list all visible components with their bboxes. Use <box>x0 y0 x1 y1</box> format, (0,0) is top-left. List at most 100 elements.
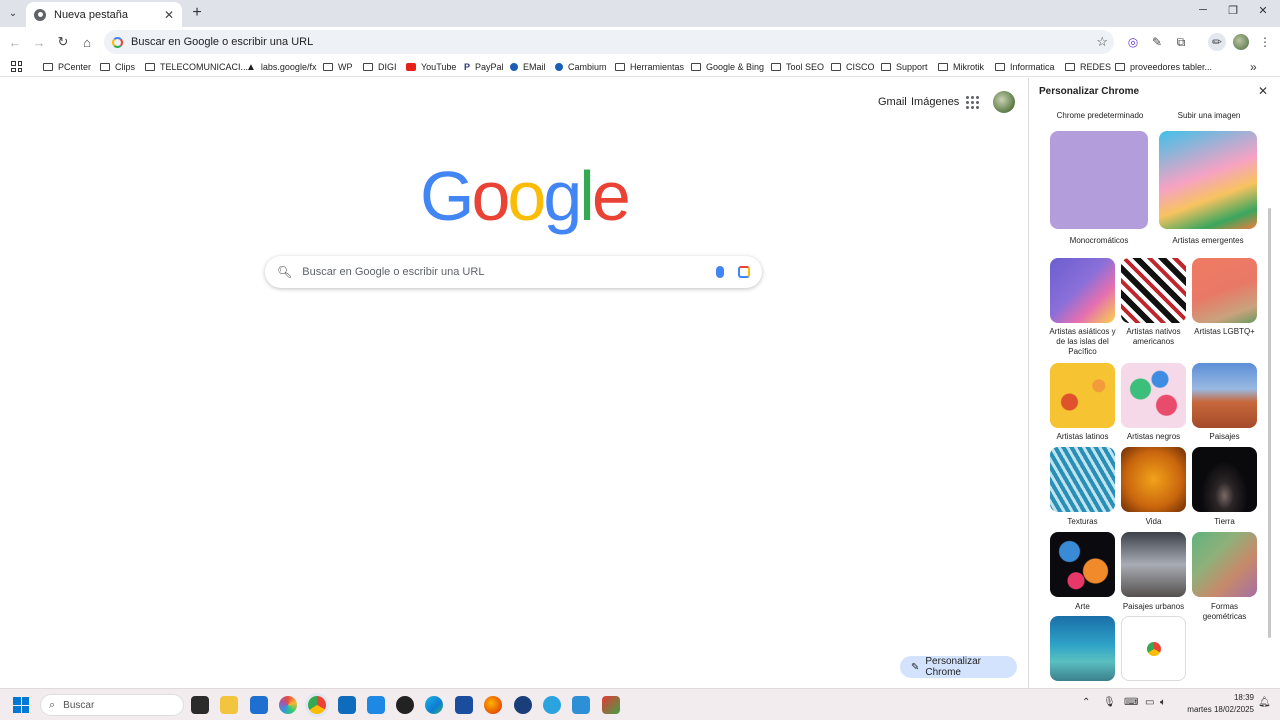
folder-icon <box>100 63 110 71</box>
calculator-icon[interactable] <box>572 696 590 714</box>
keyboard-icon[interactable]: ⌨ <box>1124 697 1138 708</box>
tile-native-american-artists[interactable] <box>1121 258 1186 323</box>
bookmarks-overflow-chevron-icon[interactable]: » <box>1250 60 1257 74</box>
google-lens-icon[interactable] <box>738 266 750 278</box>
tile-aapi-artists[interactable] <box>1050 258 1115 323</box>
tab-new-tab[interactable]: Nueva pestaña ✕ <box>26 2 182 27</box>
apps-grid-icon[interactable] <box>11 61 22 72</box>
bookmark-item[interactable]: ▲ labs.google/fx <box>246 60 316 74</box>
winbox-icon[interactable] <box>455 696 473 714</box>
tile-cityscapes[interactable] <box>1121 532 1186 597</box>
taskbar-search[interactable]: ⌕ Buscar <box>40 694 184 716</box>
tile-geometric-shapes[interactable] <box>1192 532 1257 597</box>
task-view-icon[interactable] <box>191 696 209 714</box>
firefox-icon[interactable] <box>484 696 502 714</box>
bookmark-item[interactable]: Support <box>881 60 928 74</box>
new-tab-plus-icon[interactable]: + <box>188 4 206 22</box>
tile-landscapes[interactable] <box>1192 363 1257 428</box>
upload-image-option[interactable]: Subir una imagen <box>1159 111 1259 121</box>
reload-icon[interactable]: ↻ <box>54 33 72 51</box>
bookmark-item[interactable]: Clips <box>100 60 135 74</box>
account-avatar[interactable] <box>993 91 1015 113</box>
store-icon[interactable] <box>250 696 268 714</box>
tile-monochrome[interactable] <box>1050 131 1148 229</box>
security-app-icon[interactable] <box>396 696 414 714</box>
bookmark-item[interactable]: PCenter <box>43 60 91 74</box>
vscode-icon[interactable] <box>367 696 385 714</box>
bookmark-item[interactable]: Tool SEO <box>771 60 824 74</box>
edge-icon[interactable] <box>425 696 443 714</box>
logo-letter: g <box>543 157 582 235</box>
bookmark-item[interactable]: Cambium <box>555 60 607 74</box>
menu-kebab-icon[interactable]: ⋮ <box>1256 33 1274 51</box>
label-black-artists: Artistas negros <box>1126 432 1181 441</box>
tile-emerging-artists[interactable] <box>1159 131 1257 229</box>
system-clock[interactable]: 18:39 martes 18/02/2025 <box>1180 692 1254 716</box>
gmail-link[interactable]: Gmail <box>878 96 907 108</box>
volume-icon[interactable]: 🔈︎ <box>1160 697 1166 708</box>
notifications-icon[interactable]: 🔔︎ <box>1258 697 1271 708</box>
photos-icon[interactable] <box>279 696 297 714</box>
microphone-tray-icon[interactable]: 🎙︎ <box>1103 697 1116 708</box>
microphone-icon[interactable] <box>716 266 724 278</box>
bookmark-item[interactable]: REDES <box>1065 60 1111 74</box>
tile-underwater[interactable] <box>1050 616 1115 681</box>
maximize-button[interactable]: ❐ <box>1218 0 1248 20</box>
bookmark-item[interactable]: Google & Bing <box>691 60 764 74</box>
google-apps-icon[interactable] <box>966 96 979 109</box>
tab-search-chevron-icon[interactable]: ⌄ <box>4 4 22 22</box>
tile-earth[interactable] <box>1192 447 1257 512</box>
customize-pen-icon[interactable]: ✏ <box>1208 33 1226 51</box>
bookmark-item[interactable]: proveedores tabler... <box>1115 60 1212 74</box>
tile-chrome-colors[interactable] <box>1121 616 1186 681</box>
vpn-icon[interactable] <box>514 696 532 714</box>
bookmark-item[interactable]: Herramientas <box>615 60 684 74</box>
bookmark-item[interactable]: WP <box>323 60 353 74</box>
eyedropper-icon[interactable]: ✎ <box>1148 33 1166 51</box>
close-window-button[interactable]: ✕ <box>1248 0 1278 20</box>
images-link[interactable]: Imágenes <box>911 96 959 108</box>
telegram-icon[interactable] <box>543 696 561 714</box>
search-placeholder: Buscar en Google o escribir una URL <box>302 266 485 278</box>
panel-scrollbar[interactable] <box>1268 208 1271 638</box>
bookmark-label: Informatica <box>1010 62 1055 72</box>
customize-chrome-button[interactable]: ✎ Personalizar Chrome <box>900 656 1017 678</box>
browser-toolbar: ← → ↻ ⌂ Buscar en Google o escribir una … <box>0 27 1280 57</box>
tab-close-icon[interactable]: ✕ <box>164 8 174 22</box>
search-box[interactable]: 🔍︎ Buscar en Google o escribir una URL <box>265 256 762 288</box>
profile-avatar[interactable] <box>1232 33 1250 51</box>
bookmark-item[interactable]: EMail <box>510 60 546 74</box>
file-explorer-icon[interactable] <box>220 696 238 714</box>
address-bar[interactable]: Buscar en Google o escribir una URL ☆ <box>104 30 1114 54</box>
home-icon[interactable]: ⌂ <box>78 33 96 51</box>
extension-swirl-icon[interactable]: ◎ <box>1124 33 1142 51</box>
bookmark-star-icon[interactable]: ☆ <box>1096 34 1108 50</box>
bookmark-label: Mikrotik <box>953 62 984 72</box>
tile-life[interactable] <box>1121 447 1186 512</box>
tile-lgbtq-artists[interactable] <box>1192 258 1257 323</box>
chrome-taskbar-icon[interactable] <box>308 696 326 714</box>
pencil-icon: ✎ <box>911 661 920 673</box>
tile-textures[interactable] <box>1050 447 1115 512</box>
network-icon[interactable]: ▭ <box>1145 697 1154 708</box>
windows-start-icon[interactable] <box>13 697 29 713</box>
tile-art[interactable] <box>1050 532 1115 597</box>
forward-arrow-icon[interactable]: → <box>30 33 48 51</box>
extensions-puzzle-icon[interactable]: ⧉ <box>1172 33 1190 51</box>
app-icon[interactable] <box>602 696 620 714</box>
tray-chevron-up-icon[interactable]: ⌃ <box>1082 697 1090 708</box>
bookmark-item[interactable]: YouTube <box>406 60 456 74</box>
panel-close-icon[interactable]: ✕ <box>1258 84 1268 98</box>
outlook-icon[interactable] <box>338 696 356 714</box>
back-arrow-icon[interactable]: ← <box>6 33 24 51</box>
tile-black-artists[interactable] <box>1121 363 1186 428</box>
minimize-button[interactable]: ─ <box>1188 0 1218 20</box>
bookmark-item[interactable]: TELECOMUNICACI... <box>145 60 248 74</box>
tile-latino-artists[interactable] <box>1050 363 1115 428</box>
default-chrome-option[interactable]: Chrome predeterminado <box>1050 111 1150 121</box>
bookmark-item[interactable]: Informatica <box>995 60 1055 74</box>
bookmark-item[interactable]: P PayPal <box>464 60 504 74</box>
bookmark-item[interactable]: Mikrotik <box>938 60 984 74</box>
bookmark-item[interactable]: CISCO <box>831 60 875 74</box>
bookmark-item[interactable]: DIGI <box>363 60 397 74</box>
